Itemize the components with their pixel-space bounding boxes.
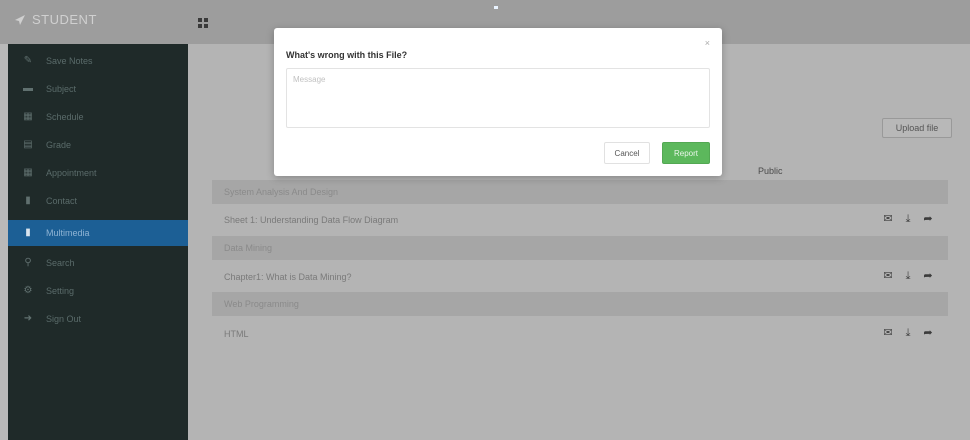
sidebar-item-label: Schedule [46, 112, 84, 122]
sidebar-item-label: Multimedia [46, 228, 90, 238]
sidebar-item-label: Subject [46, 84, 77, 94]
sidebar-item-label: Contact [46, 196, 78, 206]
share-icon[interactable]: ➦ [922, 271, 934, 282]
file-actions: ✉ ⤓ ➦ [882, 271, 934, 282]
file-icon: ▮ [25, 227, 31, 238]
sidebar-item-setting[interactable]: ⚙ Setting [8, 278, 188, 304]
file-name[interactable]: HTML [224, 329, 249, 339]
paper-plane-icon [15, 14, 25, 25]
sign-out-icon: ➜ [23, 313, 33, 324]
brand-label: STUDENT [32, 12, 97, 27]
file-row: Sheet 1: Understanding Data Flow Diagram… [212, 205, 948, 235]
sidebar-item-schedule[interactable]: ▦ Schedule [8, 104, 188, 130]
menu-grid-icon[interactable] [198, 18, 208, 28]
top-accent [494, 6, 498, 9]
sidebar-item-label: Setting [46, 286, 75, 296]
book-icon: ▬ [23, 83, 33, 94]
sidebar-item-grade[interactable]: ▤ Grade [8, 132, 188, 158]
download-icon[interactable]: ⤓ [902, 271, 914, 282]
sidebar-item-search[interactable]: ⚲ Search [8, 250, 188, 276]
sidebar-item-multimedia[interactable]: ▮ Multimedia [8, 220, 188, 246]
search-icon: ⚲ [24, 257, 32, 268]
sidebar: ✎ Save Notes ▬ Subject ▦ Schedule ▤ Grad… [8, 44, 188, 440]
file-name[interactable]: Chapter1: What is Data Mining? [224, 272, 352, 282]
sidebar-item-subject[interactable]: ▬ Subject [8, 76, 188, 102]
file-actions: ✉ ⤓ ➦ [882, 214, 934, 225]
grade-card-icon: ▤ [23, 139, 33, 150]
envelope-icon[interactable]: ✉ [882, 214, 894, 225]
sidebar-item-label: Search [46, 258, 75, 268]
calendar-icon: ▦ [23, 111, 33, 122]
public-column-header: Public [758, 166, 783, 176]
pencil-square-icon: ✎ [23, 55, 33, 66]
share-icon[interactable]: ➦ [922, 214, 934, 225]
file-row: HTML ✉ ⤓ ➦ [212, 319, 948, 349]
sidebar-item-label: Appointment [46, 168, 97, 178]
sidebar-item-contact[interactable]: ▮ Contact [8, 188, 188, 214]
envelope-icon[interactable]: ✉ [882, 271, 894, 282]
address-book-icon: ▮ [25, 195, 31, 206]
sidebar-item-label: Grade [46, 140, 72, 150]
group-header: Web Programming [212, 292, 948, 316]
cancel-button[interactable]: Cancel [604, 142, 650, 164]
sidebar-item-save-notes[interactable]: ✎ Save Notes [8, 48, 188, 74]
modal-title: What's wrong with this File? [286, 50, 408, 60]
upload-file-button[interactable]: Upload file [882, 118, 952, 138]
sidebar-item-sign-out[interactable]: ➜ Sign Out [8, 306, 188, 332]
group-header: System Analysis And Design [212, 180, 948, 204]
file-name[interactable]: Sheet 1: Understanding Data Flow Diagram [224, 215, 398, 225]
file-row: Chapter1: What is Data Mining? ✉ ⤓ ➦ [212, 262, 948, 292]
report-button[interactable]: Report [662, 142, 710, 164]
group-header: Data Mining [212, 236, 948, 260]
report-file-modal: × What's wrong with this File? Cancel Re… [274, 28, 722, 176]
sidebar-item-label: Save Notes [46, 56, 93, 66]
file-actions: ✉ ⤓ ➦ [882, 328, 934, 339]
download-icon[interactable]: ⤓ [902, 214, 914, 225]
gear-icon: ⚙ [23, 285, 33, 296]
brand[interactable]: STUDENT [14, 12, 97, 27]
close-icon[interactable]: × [705, 38, 710, 48]
sidebar-item-appointment[interactable]: ▦ Appointment [8, 160, 188, 186]
calendar-check-icon: ▦ [23, 167, 33, 178]
message-input[interactable] [286, 68, 710, 128]
sidebar-item-label: Sign Out [46, 314, 82, 324]
download-icon[interactable]: ⤓ [902, 328, 914, 339]
envelope-icon[interactable]: ✉ [882, 328, 894, 339]
share-icon[interactable]: ➦ [922, 328, 934, 339]
